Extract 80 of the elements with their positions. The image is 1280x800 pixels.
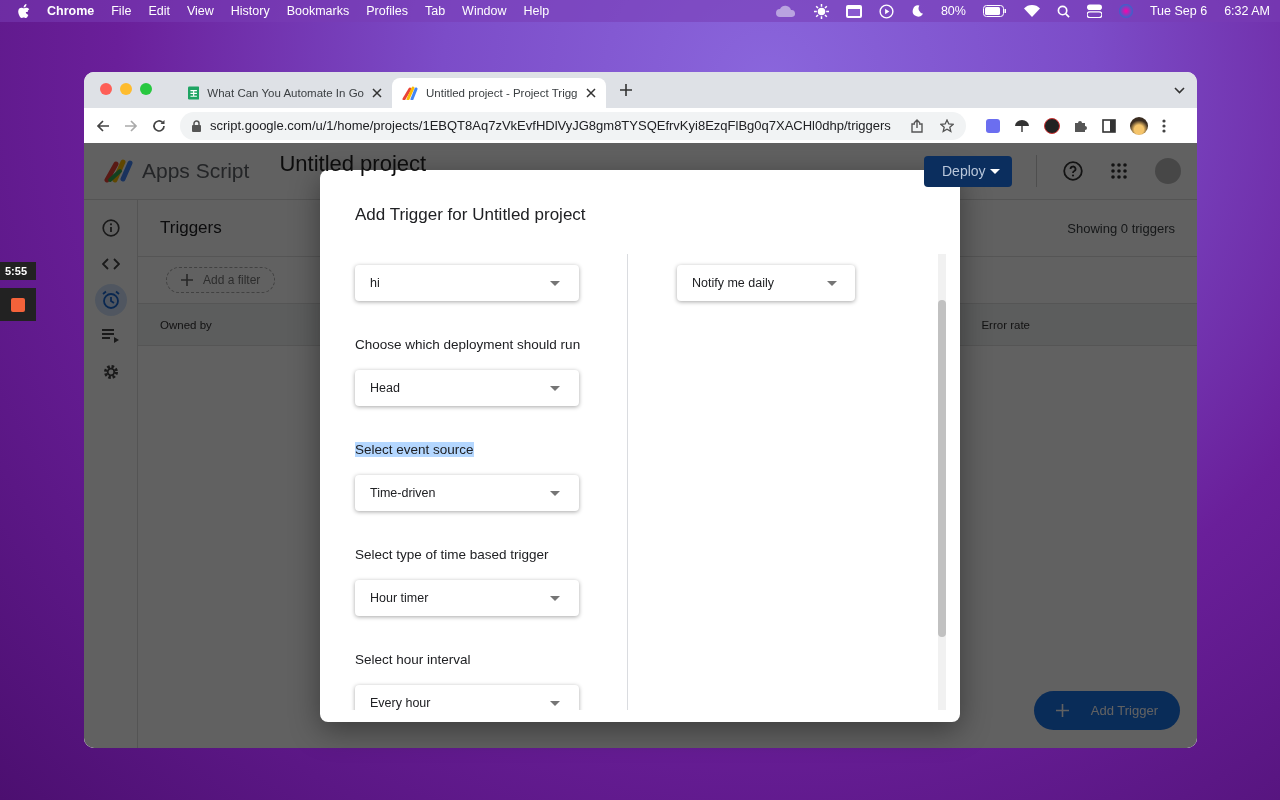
dropdown-arrow-icon [550, 490, 560, 496]
dropdown[interactable]: Head [355, 370, 579, 406]
plus-icon [181, 274, 193, 286]
lock-icon [192, 119, 201, 132]
apps-grid-icon[interactable] [1111, 163, 1127, 179]
alarm-clock-icon [100, 290, 121, 310]
dropdown-arrow-icon [550, 595, 560, 601]
sidebar-item[interactable] [94, 284, 127, 316]
menu-item[interactable]: Edit [148, 4, 170, 18]
reload-icon[interactable] [152, 118, 166, 133]
cloud-icon[interactable] [774, 5, 797, 17]
menu-bar-date: Tue Sep 6 [1149, 4, 1208, 18]
back-icon[interactable] [96, 118, 110, 133]
extension-icon[interactable] [1044, 117, 1060, 134]
info-icon [101, 219, 120, 237]
dropdown[interactable]: hi [355, 265, 579, 301]
stop-recording-button[interactable] [0, 288, 36, 321]
menu-item[interactable]: Bookmarks [286, 4, 350, 18]
trigger-count: Showing 0 triggers [1067, 220, 1175, 236]
field-label: Select type of time based trigger [355, 546, 549, 562]
share-icon[interactable] [911, 118, 923, 133]
wifi-icon[interactable] [1023, 5, 1040, 17]
chevron-down-icon[interactable] [1174, 86, 1185, 94]
code-icon [101, 258, 120, 270]
product-name: Apps Script [142, 159, 250, 183]
recording-timer: 5:55 [0, 262, 36, 280]
page-title: Triggers [160, 218, 222, 238]
menu-item[interactable]: Window [462, 4, 507, 18]
tab-title: What Can You Automate In Go [207, 87, 364, 99]
menu-item[interactable]: File [111, 4, 132, 18]
dropdown-arrow-icon [550, 700, 560, 706]
plus-icon [1055, 704, 1069, 717]
dropdown[interactable]: Time-driven [355, 475, 579, 511]
menu-item[interactable]: View [186, 4, 214, 18]
dropdown[interactable]: Hour timer [355, 580, 579, 616]
new-tab-icon[interactable] [620, 84, 632, 96]
search-icon[interactable] [1056, 4, 1070, 18]
play-icon[interactable] [878, 3, 894, 19]
close-tab-icon[interactable] [586, 88, 596, 98]
puzzle-icon[interactable] [1074, 118, 1088, 133]
dropdown-arrow-icon [550, 280, 560, 286]
menu-item[interactable]: Tab [424, 4, 446, 18]
side-panel-icon[interactable] [1102, 118, 1116, 133]
browser-tab[interactable]: Untitled project - Project Trigg [392, 78, 606, 108]
apple-logo-icon[interactable] [17, 3, 30, 19]
dropdown-arrow-icon [827, 280, 837, 286]
field-label: Select event source [355, 441, 474, 457]
deploy-button[interactable]: Deploy [924, 155, 1012, 187]
moon-icon[interactable] [910, 4, 924, 18]
dropdown-arrow-icon [550, 385, 560, 391]
address-bar[interactable]: script.google.com/u/1/home/projects/1EBQT8Aq7zVkEvfHDlVyJG8gm8TYSQEfrvKyi8EzqFlBg0q7XACHl0dhp/triggers [180, 111, 966, 140]
umbrella-icon[interactable] [1014, 118, 1030, 133]
dropdown[interactable]: Notify me daily [677, 265, 855, 301]
sun-icon[interactable] [813, 3, 829, 19]
script-logo-icon [402, 86, 418, 100]
scrollbar[interactable] [938, 254, 946, 710]
battery-percent: 80% [940, 4, 966, 18]
dropdown[interactable]: Every hour [355, 685, 579, 710]
menu-bar-time: 6:32 AM [1224, 4, 1270, 18]
field-label: Select hour interval [355, 651, 471, 667]
battery-icon[interactable] [982, 5, 1007, 17]
browser-tab[interactable]: What Can You Automate In Go [178, 78, 392, 108]
star-icon[interactable] [940, 118, 954, 133]
field-label: Choose which deployment should run [355, 336, 581, 352]
sheet-icon [188, 85, 200, 101]
more-vertical-icon[interactable] [1162, 118, 1166, 133]
caret-icon [990, 168, 1000, 174]
profile-avatar[interactable] [1130, 116, 1148, 135]
menu-item[interactable]: History [230, 4, 270, 18]
help-icon[interactable] [1063, 161, 1083, 181]
window-icon[interactable] [845, 4, 862, 18]
close-tab-icon[interactable] [372, 88, 382, 98]
menu-item[interactable]: Profiles [366, 4, 408, 18]
menu-item[interactable]: Help [523, 4, 550, 18]
playlist-icon [101, 329, 120, 343]
url-text: script.google.com/u/1/home/projects/1EBQT8Aq7zVkEvfHDlVyJG8gm8TYSQEfrvKyi8EzqFlBg0q7XACHl0dhp/triggers [210, 118, 891, 133]
control-center-icon[interactable] [1086, 4, 1102, 18]
gear-icon [101, 363, 120, 381]
app-menu[interactable]: Chrome [47, 4, 95, 18]
tab-title: Untitled project - Project Trigg [426, 87, 578, 99]
